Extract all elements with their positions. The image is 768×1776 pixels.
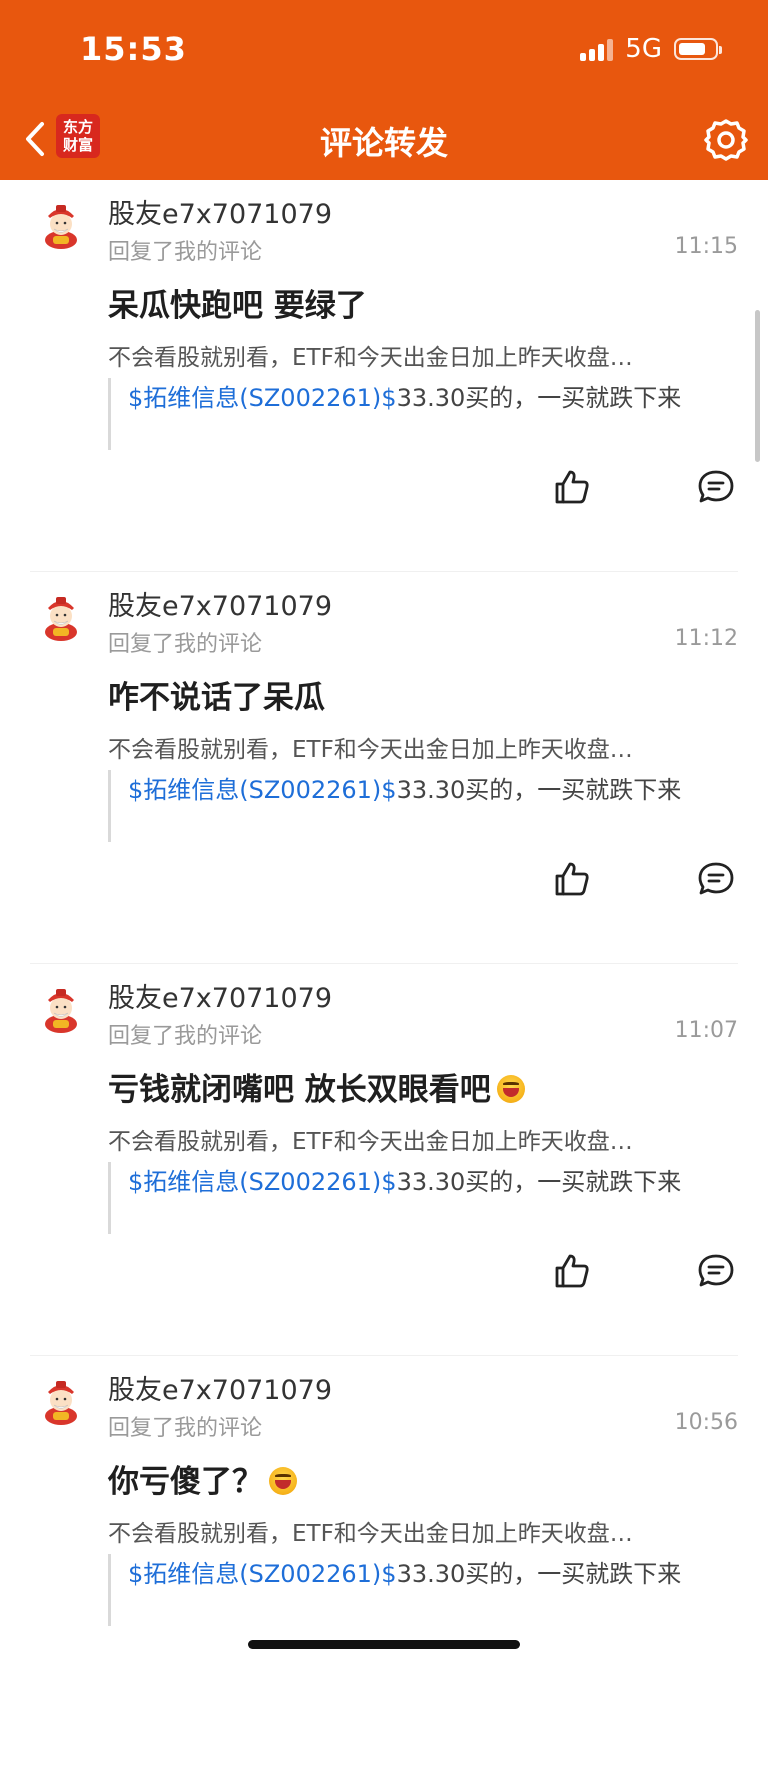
fortune-god-avatar [45, 1381, 77, 1425]
quoted-post[interactable]: $拓维信息(SZ002261)$33.30买的，一买就跌下来 [108, 1162, 722, 1234]
comment-bubble-icon [698, 862, 734, 895]
quoted-post[interactable]: $拓维信息(SZ002261)$33.30买的，一买就跌下来 [108, 1554, 722, 1626]
timestamp: 11:15 [674, 234, 738, 259]
like-button[interactable] [553, 860, 591, 898]
original-comment[interactable]: 不会看股就别看，ETF和今天出金日加上昨天收盘… [108, 338, 738, 372]
reply-text: 咋不说话了呆瓜 [108, 672, 325, 717]
like-button[interactable] [553, 1252, 591, 1290]
comment-item[interactable]: 股友e7x7071079 回复了我的评论 11:12 咋不说话了呆瓜 不会看股就… [0, 572, 768, 964]
quoted-post[interactable]: $拓维信息(SZ002261)$33.30买的，一买就跌下来 [108, 770, 722, 842]
username[interactable]: 股友e7x7071079 [108, 976, 332, 1015]
quote-text: 33.30买的，一买就跌下来 [396, 384, 682, 412]
laughing-emoji-icon [269, 1466, 297, 1495]
comment-item[interactable]: 股友e7x7071079 回复了我的评论 11:07 亏钱就闭嘴吧 放长双眼看吧… [0, 964, 768, 1356]
reply-subtitle: 回复了我的评论 [108, 240, 263, 265]
comment-item[interactable]: 股友e7x7071079 回复了我的评论 10:56 你亏傻了？ 不会看股就别看… [0, 1356, 768, 1776]
status-icons: 5G [580, 34, 722, 64]
username[interactable]: 股友e7x7071079 [108, 192, 332, 231]
reply-text-content: 咋不说话了呆瓜 [108, 680, 325, 716]
thumbs-up-icon [555, 1254, 589, 1288]
home-indicator[interactable] [248, 1640, 520, 1649]
quote-text: 33.30买的，一买就跌下来 [396, 1168, 682, 1196]
signal-icon [580, 37, 614, 61]
fortune-god-avatar [45, 205, 77, 249]
timestamp: 11:07 [674, 1018, 738, 1043]
reply-text-content: 你亏傻了？ [108, 1464, 263, 1500]
reply-subtitle: 回复了我的评论 [108, 1024, 263, 1049]
comment-item[interactable]: 股友e7x7071079 回复了我的评论 11:15 呆瓜快跑吧 要绿了 不会看… [0, 180, 768, 572]
thumbs-up-icon [555, 862, 589, 896]
reply-text: 你亏傻了？ [108, 1456, 297, 1501]
battery-icon [674, 38, 722, 60]
quoted-post[interactable]: $拓维信息(SZ002261)$33.30买的，一买就跌下来 [108, 378, 722, 450]
like-button[interactable] [553, 468, 591, 506]
quote-text: 33.30买的，一买就跌下来 [396, 1560, 682, 1588]
thumbs-up-icon [555, 470, 589, 504]
stock-link[interactable]: $拓维信息(SZ002261)$ [128, 384, 397, 412]
reply-text: 呆瓜快跑吧 要绿了 [108, 280, 367, 325]
scrollbar[interactable] [755, 310, 760, 462]
quote-text: 33.30买的，一买就跌下来 [396, 776, 682, 804]
status-time: 15:53 [80, 30, 187, 68]
comment-button[interactable] [697, 1252, 735, 1290]
stock-link[interactable]: $拓维信息(SZ002261)$ [128, 776, 397, 804]
comment-button[interactable] [697, 468, 735, 506]
reply-subtitle: 回复了我的评论 [108, 632, 263, 657]
stock-link[interactable]: $拓维信息(SZ002261)$ [128, 1560, 397, 1588]
timestamp: 11:12 [674, 626, 738, 651]
gear-icon [704, 119, 748, 161]
comment-button[interactable] [697, 860, 735, 898]
reply-text: 亏钱就闭嘴吧 放长双眼看吧 [108, 1064, 525, 1109]
comment-bubble-icon [698, 470, 734, 503]
fortune-god-avatar [45, 989, 77, 1033]
laughing-emoji-icon [496, 1074, 525, 1103]
comment-list: 股友e7x7071079 回复了我的评论 11:15 呆瓜快跑吧 要绿了 不会看… [0, 180, 768, 1776]
comment-bubble-icon [698, 1254, 734, 1287]
original-comment[interactable]: 不会看股就别看，ETF和今天出金日加上昨天收盘… [108, 1514, 738, 1548]
reply-text-content: 亏钱就闭嘴吧 放长双眼看吧 [108, 1072, 491, 1108]
username[interactable]: 股友e7x7071079 [108, 1368, 332, 1407]
page-title: 评论转发 [319, 124, 448, 162]
original-comment[interactable]: 不会看股就别看，ETF和今天出金日加上昨天收盘… [108, 730, 738, 764]
reply-text-content: 呆瓜快跑吧 要绿了 [108, 288, 367, 324]
top-bar: 15:53 5G 东方 财富 评论转发 [0, 0, 768, 180]
reply-subtitle: 回复了我的评论 [108, 1416, 263, 1441]
original-comment[interactable]: 不会看股就别看，ETF和今天出金日加上昨天收盘… [108, 1122, 738, 1156]
stock-link[interactable]: $拓维信息(SZ002261)$ [128, 1168, 397, 1196]
timestamp: 10:56 [674, 1410, 738, 1435]
username[interactable]: 股友e7x7071079 [108, 584, 332, 623]
fortune-god-avatar [45, 597, 77, 641]
network-label: 5G [625, 34, 662, 64]
nav-bar: 东方 财富 评论转发 [0, 100, 768, 180]
settings-button[interactable] [702, 116, 750, 164]
